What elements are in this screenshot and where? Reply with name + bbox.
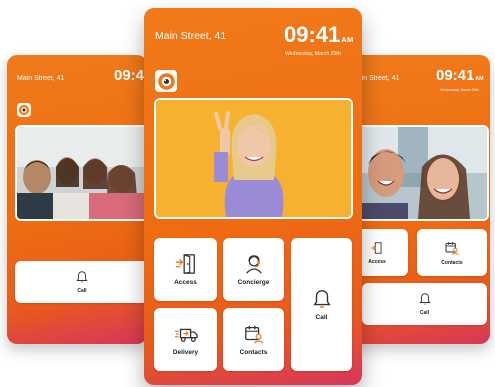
camera-logo-icon (17, 103, 31, 117)
camera-logo-icon (155, 70, 177, 92)
clock-time: 09:41 (114, 67, 147, 84)
bell-icon (418, 293, 431, 305)
call-button[interactable]: Call (362, 283, 487, 325)
clock-time: 09:41 (436, 67, 475, 84)
address-label: Main Street, 41 (17, 75, 65, 82)
contacts-calendar-icon (445, 241, 459, 255)
concierge-button[interactable]: Concierge (223, 238, 284, 301)
access-label: Access (174, 279, 197, 286)
call-label: Call (419, 310, 430, 316)
intercom-screen-left: Main Street, 41 09:41 Call (7, 55, 147, 344)
call-button[interactable]: Call (291, 238, 352, 371)
couple-photo (350, 127, 487, 219)
call-label: Call (77, 288, 87, 294)
contacts-label: Contacts (239, 349, 268, 356)
video-feed (15, 125, 147, 221)
clock: 09:41AM (436, 67, 484, 84)
contacts-button[interactable]: Contacts (223, 308, 284, 371)
clock: 09:41AM (284, 22, 353, 48)
address-label: Main Street, 41 (155, 30, 227, 42)
video-feed (350, 125, 489, 221)
delivery-button[interactable]: Delivery (154, 308, 217, 371)
concierge-headset-icon (245, 255, 262, 274)
bell-icon (312, 290, 331, 308)
concierge-label: Concierge (237, 279, 270, 286)
access-label: Access (368, 258, 386, 265)
intercom-screen-main: Main Street, 41 09:41AM Wednesday, March… (144, 8, 362, 385)
contacts-calendar-icon (244, 325, 263, 344)
access-button[interactable]: Access (154, 238, 217, 301)
date-label: Wednesday, March 29th (285, 51, 341, 57)
group-photo (17, 127, 147, 219)
door-access-icon (371, 241, 382, 254)
clock-ampm: AM (341, 35, 354, 44)
video-feed (154, 98, 353, 219)
clock-time: 09:41 (284, 22, 341, 47)
call-label: Call (315, 314, 328, 321)
bell-icon (76, 271, 88, 283)
clock: 09:41 (114, 67, 147, 84)
contacts-button[interactable]: Contacts (417, 229, 487, 276)
date-label: Wednesday, March 29th (440, 88, 479, 92)
delivery-truck-icon (174, 328, 198, 342)
call-button[interactable]: Call (15, 261, 147, 303)
intercom-screen-right: Main Street, 41 09:41AM Wednesday, March… (350, 55, 490, 344)
contacts-label: Contacts (441, 259, 463, 266)
door-access-icon (175, 254, 195, 274)
delivery-label: Delivery (172, 349, 199, 356)
visitor-photo (156, 100, 351, 217)
clock-ampm: AM (475, 76, 484, 82)
